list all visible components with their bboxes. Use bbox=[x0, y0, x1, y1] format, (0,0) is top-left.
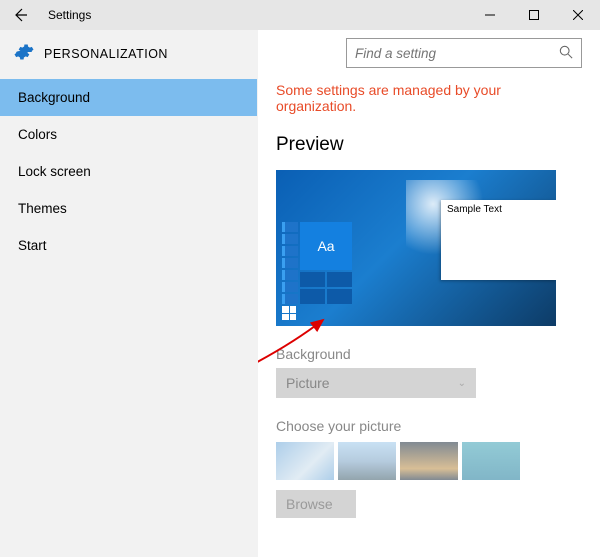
sidebar-item-lock-screen[interactable]: Lock screen bbox=[0, 153, 257, 190]
background-dropdown-value: Picture bbox=[286, 375, 330, 391]
sidebar-heading: PERSONALIZATION bbox=[44, 47, 168, 61]
search-box[interactable] bbox=[346, 38, 582, 68]
choose-picture-label: Choose your picture bbox=[276, 418, 582, 434]
start-icon bbox=[282, 306, 296, 320]
preview-tile-aa: Aa bbox=[300, 222, 352, 270]
picture-thumb-1[interactable] bbox=[276, 442, 334, 480]
back-button[interactable] bbox=[6, 1, 34, 29]
search-input[interactable] bbox=[355, 46, 559, 61]
picture-thumb-2[interactable] bbox=[338, 442, 396, 480]
sidebar-item-start[interactable]: Start bbox=[0, 227, 257, 264]
sidebar-item-themes[interactable]: Themes bbox=[0, 190, 257, 227]
org-managed-message: Some settings are managed by your organi… bbox=[276, 82, 582, 114]
sidebar-item-background[interactable]: Background bbox=[0, 79, 257, 116]
preview-heading: Preview bbox=[276, 134, 582, 156]
back-arrow-icon bbox=[12, 7, 28, 23]
preview-thumbnail: Aa Sample Text bbox=[276, 170, 556, 326]
main-panel: Some settings are managed by your organi… bbox=[258, 30, 600, 557]
preview-sample-window: Sample Text bbox=[441, 200, 556, 280]
titlebar: Settings bbox=[0, 0, 600, 30]
close-icon bbox=[573, 10, 583, 20]
minimize-button[interactable] bbox=[468, 0, 512, 30]
sidebar-header: PERSONALIZATION bbox=[0, 30, 257, 79]
sidebar-item-colors[interactable]: Colors bbox=[0, 116, 257, 153]
gear-icon bbox=[14, 42, 34, 65]
picture-thumb-4[interactable] bbox=[462, 442, 520, 480]
maximize-button[interactable] bbox=[512, 0, 556, 30]
sidebar: PERSONALIZATION Background Colors Lock s… bbox=[0, 30, 258, 557]
minimize-icon bbox=[485, 10, 495, 20]
close-button[interactable] bbox=[556, 0, 600, 30]
search-icon bbox=[559, 45, 573, 62]
picture-thumbnails bbox=[276, 442, 582, 480]
window-title: Settings bbox=[48, 8, 91, 22]
browse-button[interactable]: Browse bbox=[276, 490, 356, 518]
chevron-down-icon: ⌄ bbox=[458, 378, 466, 389]
background-label: Background bbox=[276, 346, 582, 362]
maximize-icon bbox=[529, 10, 539, 20]
background-dropdown[interactable]: Picture ⌄ bbox=[276, 368, 476, 398]
picture-thumb-3[interactable] bbox=[400, 442, 458, 480]
